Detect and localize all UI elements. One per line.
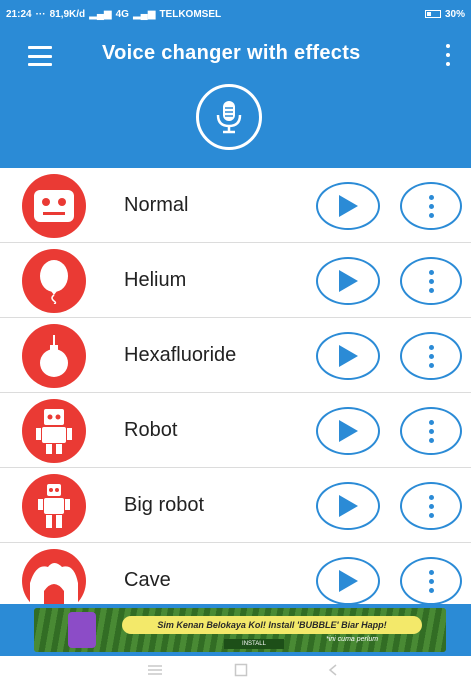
more-vert-icon [428,344,434,368]
play-icon [339,195,358,217]
play-icon [339,495,358,517]
effect-row-hexafluoride[interactable]: Hexafluoride [0,318,471,393]
more-vert-icon [428,194,434,218]
microphone-button[interactable] [196,84,262,150]
play-button[interactable] [316,332,380,380]
options-button[interactable] [400,182,462,230]
effect-label: Normal [124,194,189,216]
big-robot-icon [22,474,86,538]
ad-subtext: *ini cuma perlum [326,636,379,643]
effect-row-normal[interactable]: Normal [0,168,471,243]
recent-apps-icon[interactable] [146,662,164,678]
ad-phone-image [68,612,96,648]
play-button[interactable] [316,482,380,530]
ad-headline: Sim Kenan Belokaya Kol! Install 'BUBBLE'… [122,616,422,634]
play-button[interactable] [316,182,380,230]
options-button[interactable] [400,257,462,305]
cave-icon [22,549,86,604]
effect-label: Helium [124,269,187,291]
ad-banner[interactable]: Sim Kenan Belokaya Kol! Install 'BUBBLE'… [0,604,471,656]
more-vert-icon [428,269,434,293]
options-button[interactable] [400,407,462,455]
play-button[interactable] [316,407,380,455]
options-button[interactable] [400,557,462,604]
ad-creative[interactable]: Sim Kenan Belokaya Kol! Install 'BUBBLE'… [34,608,446,652]
effect-label: Hexafluoride [124,344,237,366]
status-dots: ··· [35,8,46,20]
ad-install-button[interactable]: INSTALL [224,639,284,649]
battery-icon [424,10,441,18]
back-icon[interactable] [324,662,342,678]
effect-label: Big robot [124,494,205,516]
more-vert-icon [428,494,434,518]
more-vert-icon [428,569,434,593]
signal-icon: ▂▄▆ [89,8,112,20]
hexafluoride-bomb-icon [22,324,86,388]
play-icon [339,345,358,367]
options-button[interactable] [400,332,462,380]
home-icon[interactable] [232,662,250,678]
status-bar: 21:24 ··· 81,9K/d ▂▄▆ 4G ▂▄▆ TELKOMSEL 3… [0,0,471,28]
play-button[interactable] [316,557,380,604]
effect-label: Robot [124,419,178,441]
effect-row-helium[interactable]: Helium [0,243,471,318]
options-button[interactable] [400,482,462,530]
helium-balloon-icon [22,249,86,313]
hamburger-menu-icon[interactable] [28,46,52,66]
play-icon [339,270,358,292]
clock: 21:24 [6,8,32,20]
overflow-menu-icon[interactable] [444,44,452,66]
play-icon [339,420,358,442]
play-icon [339,570,358,592]
effect-row-cave[interactable]: Cave [0,543,471,604]
effect-row-robot[interactable]: Robot [0,393,471,468]
robot-icon [22,399,86,463]
carrier-name: TELKOMSEL [159,8,222,20]
play-button[interactable] [316,257,380,305]
effect-label: Cave [124,569,171,591]
more-vert-icon [428,419,434,443]
battery-level: 30% [444,8,465,20]
app-title: Voice changer with effects [102,42,361,64]
system-nav-bar [0,656,471,684]
effect-row-big-robot[interactable]: Big robot [0,468,471,543]
signal-icon-2: ▂▄▆ [132,8,156,20]
effect-list: Normal Helium Hexafluoride Robot Big rob… [0,168,471,604]
app-bar: Voice changer with effects [0,28,471,168]
network-type: 4G [115,8,129,20]
microphone-icon [216,101,242,134]
normal-face-icon [22,174,86,238]
network-speed: 81,9K/d [49,8,86,20]
